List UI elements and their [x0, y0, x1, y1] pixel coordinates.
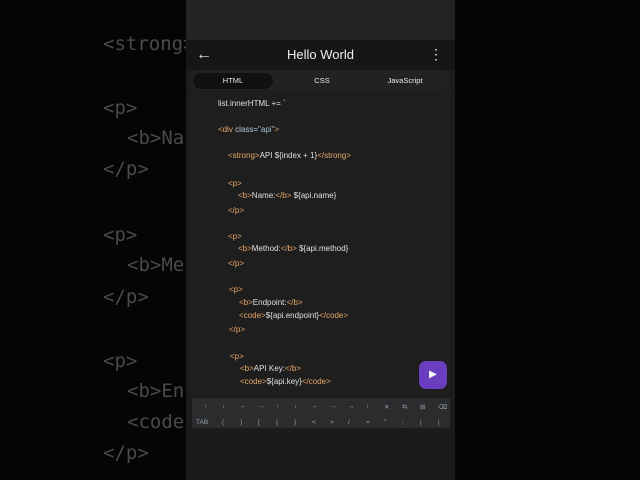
key[interactable]: |	[420, 419, 422, 426]
play-icon: ▶	[429, 369, 437, 380]
bg-line: <code	[127, 411, 185, 433]
tab-javascript[interactable]: JavaScript	[365, 73, 445, 89]
background-right	[455, 0, 640, 480]
key[interactable]: ↔	[348, 403, 355, 410]
key[interactable]: |	[438, 419, 440, 426]
phone-screen: ← Hello World ⋮ HTML CSS JavaScript list…	[186, 0, 455, 480]
key[interactable]: >	[330, 419, 334, 426]
key[interactable]: {	[276, 419, 278, 426]
code-line: <p>	[230, 352, 244, 361]
code-line: <p>	[229, 285, 243, 294]
status-bar	[186, 0, 455, 40]
key[interactable]: ⌫	[438, 403, 447, 411]
key[interactable]: ↕	[366, 403, 369, 410]
app-bar: ← Hello World ⋮	[186, 40, 455, 70]
key[interactable]: /	[348, 419, 350, 426]
key[interactable]: ⇆	[402, 403, 407, 411]
key[interactable]: [	[258, 419, 260, 426]
code-line: </p>	[228, 206, 245, 215]
key[interactable]: ←	[240, 403, 247, 410]
code-line: <b>API Key:</b>	[240, 364, 301, 373]
code-line: <strong>API ${index + 1}</strong>	[228, 151, 351, 160]
key[interactable]: ✕	[384, 403, 389, 411]
key[interactable]: ↑	[276, 403, 279, 410]
key[interactable]: →	[258, 403, 265, 410]
page-title: Hello World	[287, 47, 354, 62]
code-line: <div class="api">	[218, 125, 280, 134]
key[interactable]: ↓	[222, 403, 225, 410]
key[interactable]: ↓	[294, 403, 297, 410]
key[interactable]: (	[222, 419, 224, 426]
code-line: <b>Endpoint:</b>	[239, 298, 303, 307]
bg-line: <p>	[103, 97, 138, 119]
key[interactable]: =	[366, 419, 370, 426]
key[interactable]: <	[312, 419, 316, 426]
key[interactable]: ↑	[204, 403, 207, 410]
key-tab[interactable]: TAB	[196, 419, 208, 426]
bg-line: <b>Na	[127, 127, 185, 149]
code-editor[interactable]: list.innerHTML += ` <div class="api"> <s…	[190, 90, 450, 398]
bg-line: <b>Me	[127, 254, 185, 276]
tab-html[interactable]: HTML	[193, 73, 273, 89]
bg-line: </p>	[103, 442, 149, 464]
editor-tabs: HTML CSS JavaScript	[190, 70, 450, 90]
bg-line: <p>	[103, 224, 138, 246]
extra-keys-bar: ↑ ↓ ← → ↑ ↓ ← → ↔ ↕ ✕ ⇆ ⊞ ⌫ TAB ( ) [ { …	[192, 398, 450, 428]
bg-line: <strong>	[103, 33, 186, 55]
tab-css[interactable]: CSS	[282, 73, 362, 89]
code-line: </p>	[229, 325, 246, 334]
bottom-area	[186, 430, 455, 480]
code-line: </p>	[228, 259, 245, 268]
bg-line: </p>	[103, 286, 149, 308]
background-code-left: <strong> <p> <b>Na </p> <p> <b>Me </p> <…	[0, 0, 186, 480]
key[interactable]: }	[294, 419, 296, 426]
key[interactable]: ←	[312, 403, 319, 410]
code-line: <code>${api.endpoint}</code>	[239, 311, 349, 320]
more-options-icon[interactable]: ⋮	[429, 46, 443, 63]
code-line: <p>	[228, 232, 242, 241]
bg-line: <p>	[103, 350, 138, 372]
code-line: <p>	[228, 179, 242, 188]
key[interactable]: )	[240, 419, 242, 426]
key[interactable]: ;	[402, 419, 404, 426]
code-line: <code>${api.key}</code>	[240, 377, 331, 386]
run-button[interactable]: ▶	[419, 361, 447, 389]
key[interactable]: ⊞	[420, 403, 425, 411]
bg-line: <b>En	[127, 380, 185, 402]
key[interactable]: →	[330, 403, 337, 410]
code-line: <b>Method:</b> ${api.method}	[238, 244, 349, 253]
bg-line: </p>	[103, 158, 149, 180]
key[interactable]: "	[384, 419, 386, 426]
code-line: list.innerHTML += `	[218, 99, 286, 108]
code-line: <b>Name:</b> ${api.name}	[238, 191, 337, 200]
